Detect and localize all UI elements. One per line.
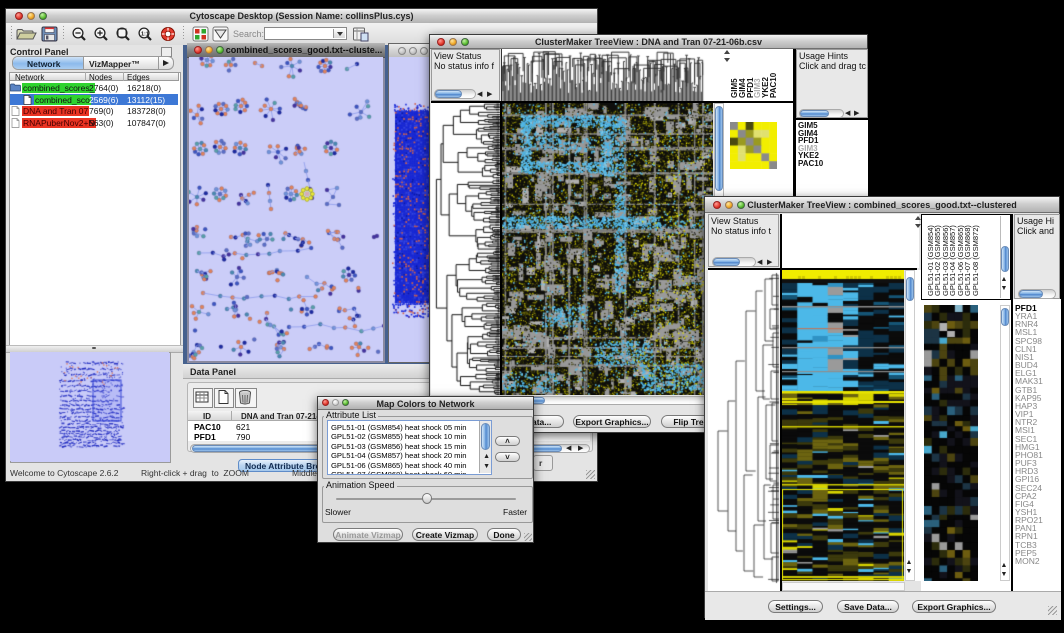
- svg-text:1:1: 1:1: [141, 32, 149, 38]
